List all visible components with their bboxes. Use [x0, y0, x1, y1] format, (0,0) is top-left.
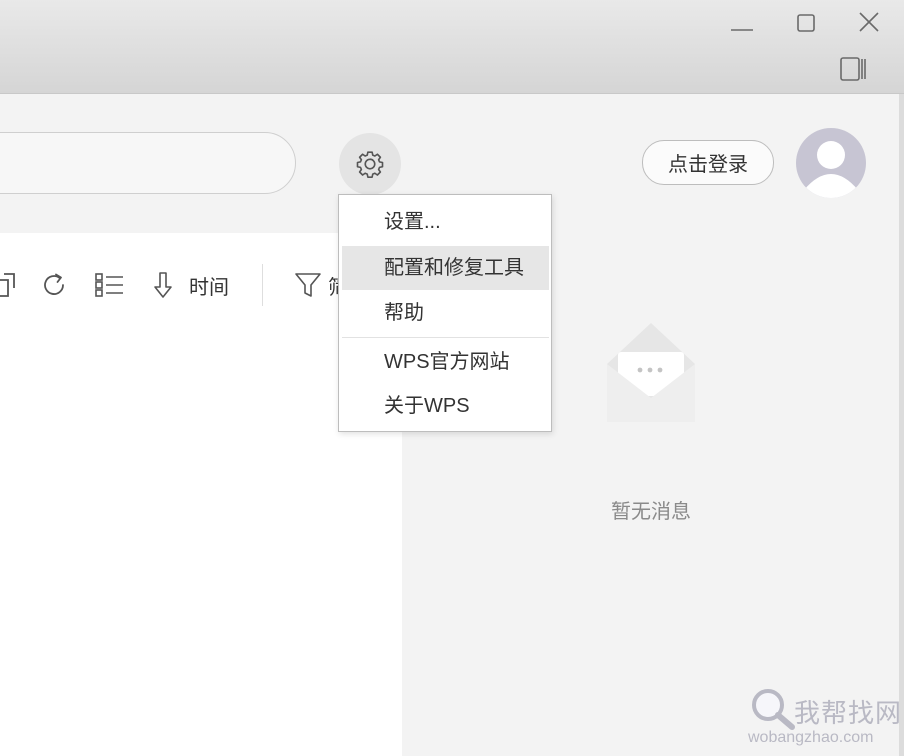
menu-item-help[interactable]: 帮助 — [342, 291, 549, 335]
minimize-button[interactable] — [726, 8, 758, 38]
maximize-button[interactable] — [790, 8, 822, 38]
menu-separator — [342, 337, 549, 338]
user-avatar-icon — [804, 141, 858, 198]
side-panel-icon — [840, 57, 866, 81]
avatar[interactable] — [796, 128, 866, 198]
menu-item-about[interactable]: 关于WPS — [342, 384, 549, 428]
refresh-button[interactable] — [37, 268, 71, 302]
sort-label[interactable]: 时间 — [189, 271, 229, 300]
watermark-title: 我帮找网 — [794, 698, 903, 728]
menu-item-settings[interactable]: 设置... — [342, 200, 549, 244]
filter-icon — [295, 273, 321, 297]
list-view-button[interactable] — [92, 268, 126, 302]
login-button-label: 点击登录 — [668, 154, 748, 176]
magnifier-icon — [752, 689, 795, 730]
watermark: 我帮找网 wobangzhao.com — [740, 683, 904, 756]
share-button[interactable] — [0, 268, 20, 302]
empty-messages-text: 暂无消息 — [611, 501, 691, 523]
login-button[interactable]: 点击登录 — [642, 140, 774, 185]
maximize-icon — [797, 14, 815, 32]
list-view-icon — [95, 273, 123, 297]
sort-button[interactable] — [146, 268, 180, 302]
envelope-icon — [607, 323, 695, 422]
side-panel-button[interactable] — [836, 54, 870, 84]
settings-button[interactable] — [339, 133, 401, 195]
close-icon — [859, 12, 879, 32]
empty-messages-illustration — [604, 320, 698, 426]
title-bar — [0, 0, 904, 94]
arrow-down-icon — [154, 272, 172, 298]
settings-dropdown-menu: 设置... 配置和修复工具 帮助 WPS官方网站 关于WPS — [338, 194, 552, 432]
close-button[interactable] — [852, 6, 886, 38]
menu-item-official-site[interactable]: WPS官方网站 — [342, 340, 549, 384]
filter-button[interactable] — [291, 268, 325, 302]
gear-icon — [356, 151, 384, 178]
refresh-icon — [44, 273, 64, 295]
toolbar-divider — [262, 264, 263, 306]
menu-item-repair-tool[interactable]: 配置和修复工具 — [342, 246, 549, 290]
watermark-domain: wobangzhao.com — [748, 729, 874, 746]
search-box[interactable] — [0, 132, 296, 194]
window-edge — [899, 94, 904, 756]
share-icon — [0, 273, 15, 297]
minimize-icon — [731, 29, 753, 31]
